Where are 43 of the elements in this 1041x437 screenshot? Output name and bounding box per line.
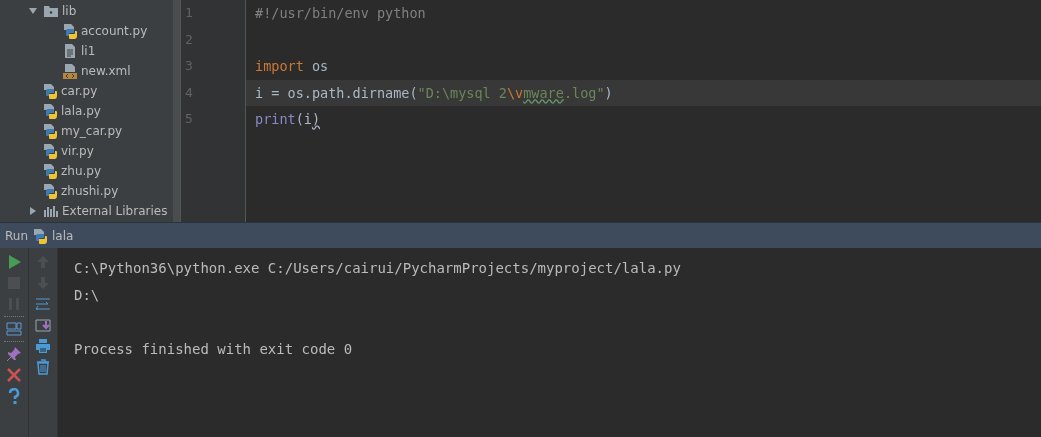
help-icon[interactable] [6, 388, 22, 404]
python-file-icon [42, 83, 58, 99]
tree-item[interactable]: account.py [81, 24, 148, 38]
console-line: D:\ [74, 287, 100, 303]
tree-item[interactable]: my_car.py [61, 124, 123, 138]
expanded-arrow-icon[interactable] [28, 6, 40, 16]
code-line: import os [255, 58, 329, 74]
console-line: Process finished with exit code 0 [74, 341, 353, 357]
run-config-tab[interactable]: lala [52, 228, 74, 243]
python-file-icon [42, 123, 58, 139]
tree-item[interactable]: vir.py [61, 144, 94, 158]
tree-item[interactable]: new.xml [81, 64, 131, 78]
code-line: i = os.path.dirname("D:\mysql 2\vmware.log") [255, 84, 613, 101]
python-file-icon [42, 163, 58, 179]
console-line: C:\Python36\python.exe C:/Users/cairui/PycharmProjects/myproject/lala.py [74, 260, 681, 276]
close-icon[interactable] [6, 367, 22, 383]
tree-item[interactable]: lib [62, 4, 77, 18]
tree-item[interactable]: lala.py [61, 104, 101, 118]
xml-file-icon [62, 63, 78, 79]
python-file-icon [42, 143, 58, 159]
python-file-icon [42, 103, 58, 119]
text-file-icon [62, 43, 78, 59]
layout-icon[interactable] [6, 321, 22, 337]
print-icon[interactable] [35, 338, 51, 354]
scrollbar[interactable] [173, 0, 180, 222]
code-line: #!/usr/bin/env python [255, 5, 426, 21]
python-file-icon [42, 183, 58, 199]
run-label: Run [5, 228, 28, 243]
libraries-icon [43, 203, 59, 219]
python-file-icon [32, 227, 48, 244]
scroll-end-icon[interactable] [35, 317, 51, 333]
code-line: print(i) [255, 111, 321, 127]
run-icon[interactable] [6, 254, 22, 270]
wrap-icon[interactable] [35, 296, 51, 312]
pin-icon[interactable] [6, 346, 22, 362]
tree-item[interactable]: car.py [61, 84, 98, 98]
tree-item[interactable]: zhu.py [61, 164, 102, 178]
tree-item[interactable]: zhushi.py [61, 184, 119, 198]
trash-icon[interactable] [35, 359, 51, 375]
python-file-icon [62, 23, 78, 39]
folder-icon [43, 3, 59, 19]
tree-item[interactable]: li1 [81, 44, 96, 58]
tree-item[interactable]: External Libraries [62, 204, 168, 218]
